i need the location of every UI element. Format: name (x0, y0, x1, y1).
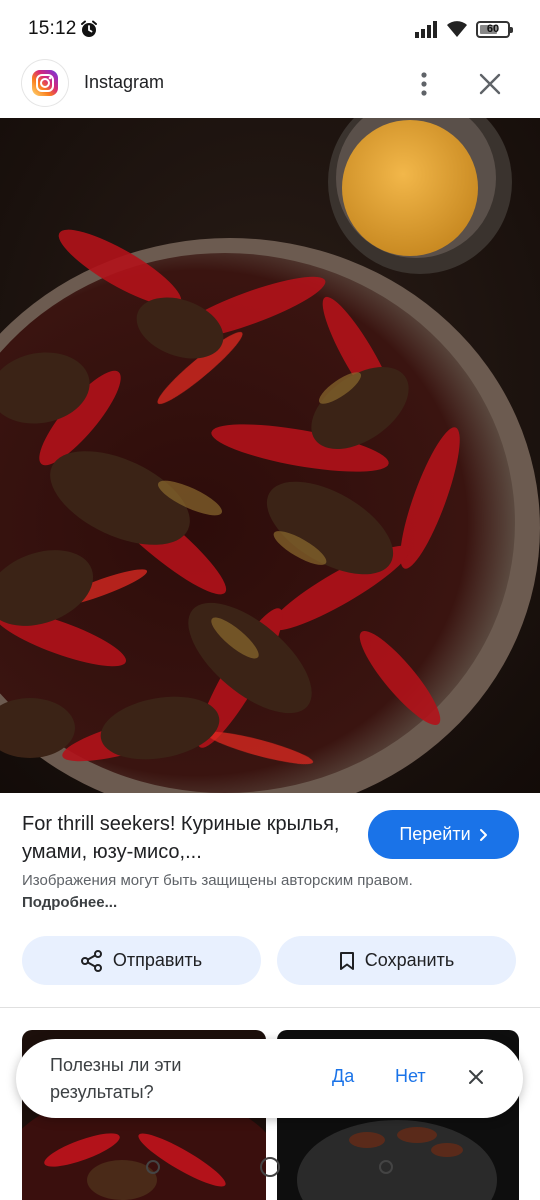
result-image[interactable] (0, 118, 540, 793)
system-nav-bar (0, 1140, 540, 1200)
share-label: Отправить (112, 950, 203, 970)
feedback-close-button[interactable] (462, 1063, 490, 1091)
app-header: Instagram (0, 58, 540, 118)
chevron-right-icon (479, 828, 487, 841)
goto-label: Перейти (399, 824, 471, 844)
close-icon (469, 1070, 483, 1084)
status-bar: 15:12 60 (0, 0, 540, 60)
close-button[interactable] (470, 64, 510, 104)
alarm-icon (81, 20, 97, 37)
instagram-logo (22, 60, 68, 106)
nav-recents-button[interactable] (379, 1160, 393, 1174)
nav-home-button[interactable] (260, 1157, 280, 1177)
battery-icon: 60 (476, 20, 513, 38)
share-button[interactable]: Отправить (22, 936, 261, 985)
copyright-notice: Изображения могут быть защищены авторски… (22, 870, 422, 914)
feedback-question: Полезны ли эти результаты? (50, 1055, 182, 1102)
wifi-icon (447, 21, 467, 37)
signal-icon (415, 21, 437, 38)
close-icon (479, 73, 501, 95)
feedback-yes-button[interactable]: Да (332, 1066, 354, 1087)
bookmark-icon (339, 951, 354, 970)
more-options-button[interactable] (404, 64, 444, 104)
chicken-wings-photo (0, 118, 540, 793)
copyright-text: Изображения могут быть защищены авторски… (22, 872, 413, 889)
save-button[interactable]: Сохранить (277, 936, 516, 985)
status-icons: 60 (414, 20, 513, 38)
battery-level: 60 (486, 23, 500, 35)
goto-button[interactable]: Перейти (368, 810, 519, 859)
app-title: Instagram (84, 72, 165, 92)
feedback-card: Полезны ли эти результаты? Да Нет (16, 1039, 523, 1118)
divider (0, 1007, 540, 1008)
status-time: 15:12 (28, 18, 77, 39)
more-vert-icon (421, 72, 427, 96)
more-link[interactable]: Подробнее... (22, 894, 117, 911)
feedback-no-button[interactable]: Нет (395, 1066, 426, 1087)
share-icon (80, 949, 102, 972)
nav-back-button[interactable] (146, 1160, 160, 1174)
save-label: Сохранить (364, 950, 455, 970)
result-title[interactable]: For thrill seekers! Куриные крылья, умам… (22, 810, 352, 866)
